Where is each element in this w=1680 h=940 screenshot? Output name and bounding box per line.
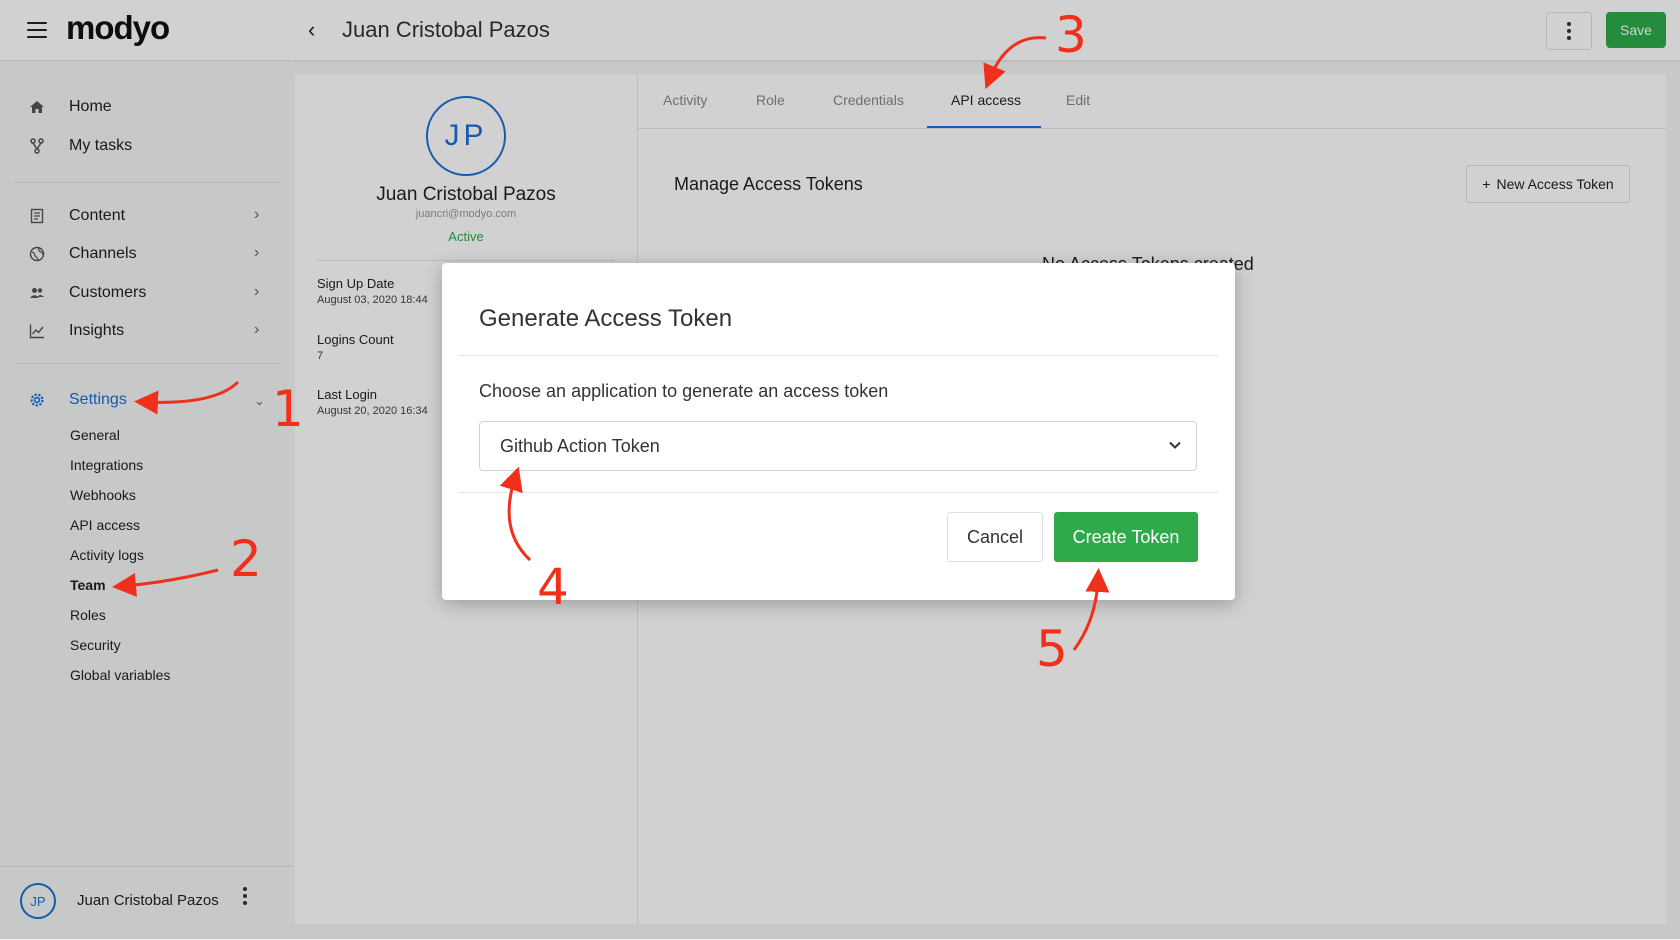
annotation-number-2: 2 <box>230 530 262 588</box>
cancel-button[interactable]: Cancel <box>947 512 1043 562</box>
annotation-number-3: 3 <box>1055 6 1087 64</box>
modal-divider <box>459 355 1219 356</box>
modal-title: Generate Access Token <box>479 305 733 332</box>
modal-prompt: Choose an application to generate an acc… <box>479 381 889 401</box>
generate-token-modal: Generate Access Token Choose an applicat… <box>442 263 1235 600</box>
selected-application: Github Action Token <box>500 436 660 456</box>
chevron-down-icon <box>1168 438 1182 457</box>
modal-divider <box>459 492 1219 493</box>
application-select[interactable]: Github Action Token <box>479 421 1197 471</box>
annotation-number-5: 5 <box>1036 620 1068 678</box>
annotation-number-4: 4 <box>537 558 569 616</box>
annotation-number-1: 1 <box>272 380 304 438</box>
create-token-button[interactable]: Create Token <box>1054 512 1198 562</box>
